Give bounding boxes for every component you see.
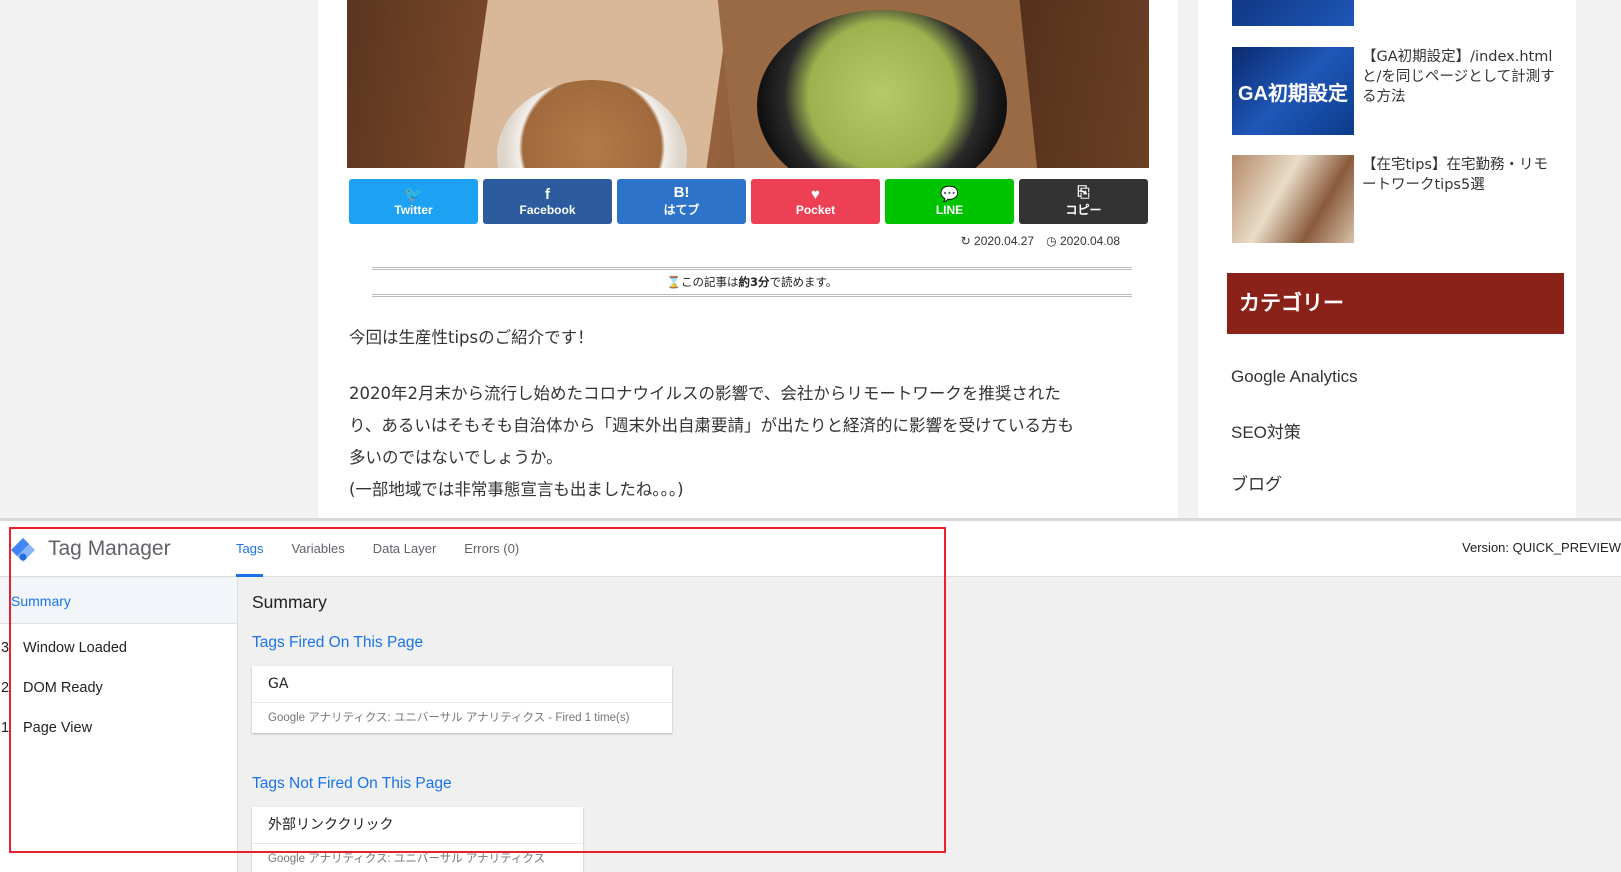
share-label: Pocket: [795, 202, 836, 217]
updated-date: ↻ 2020.04.27: [960, 234, 1035, 248]
paragraph-line: り、あるいはそもそも自治体から「週末外出自粛要請」が出たりと経済的に影響を受けて…: [349, 416, 1075, 435]
share-buttons: 🐦 Twitter f Facebook B! はてブ ♥ Pocket 💬 L…: [349, 179, 1148, 224]
tm-title: Tag Manager: [48, 537, 171, 560]
event-item[interactable]: 1 Page View: [0, 708, 237, 748]
summary-link[interactable]: Summary: [0, 578, 237, 624]
paragraph-intro: 今回は生産性tipsのご紹介です！: [349, 328, 594, 347]
event-name: Page View: [23, 720, 93, 736]
tab-data-layer[interactable]: Data Layer: [359, 521, 451, 577]
related-thumbnail: [1232, 0, 1354, 26]
tag-card-fired[interactable]: GA Google アナリティクス: ユニバーサル アナリティクス - Fire…: [252, 666, 672, 733]
published-date: ◷ 2020.04.08: [1046, 234, 1120, 248]
related-post[interactable]: GA初期設定 【GA初期設定】/index.htmlと/を同じページとして計測す…: [1232, 47, 1562, 135]
category-link[interactable]: Google Analytics: [1231, 367, 1358, 387]
tm-version: Version: QUICK_PREVIEW: [1462, 540, 1621, 555]
pocket-icon: ♥: [811, 185, 820, 203]
category-header: カテゴリー: [1227, 273, 1564, 334]
facebook-icon: f: [545, 185, 550, 203]
related-post[interactable]: 【在宅tips】在宅勤務・リモートワークtips5選: [1232, 155, 1562, 243]
share-facebook-button[interactable]: f Facebook: [483, 179, 612, 224]
event-name: DOM Ready: [23, 680, 103, 696]
tm-summary-panel: Summary Tags Fired On This Page GA Googl…: [238, 578, 1621, 872]
thumbnail-text: GA初期設定: [1238, 82, 1348, 105]
tag-name: GA: [252, 666, 672, 703]
tag-manager-logo-icon: [11, 538, 35, 562]
tag-name: 外部リンククリック: [252, 807, 583, 844]
tm-header: Tag Manager Tags Variables Data Layer Er…: [0, 521, 1621, 577]
fired-tags-heading: Tags Fired On This Page: [252, 634, 424, 651]
share-label: はてブ: [663, 203, 700, 217]
share-pocket-button[interactable]: ♥ Pocket: [751, 179, 880, 224]
article-dates: ↻ 2020.04.27 ◷ 2020.04.08: [961, 234, 1120, 248]
related-thumbnail: [1232, 155, 1354, 243]
event-item[interactable]: 3 Window Loaded: [0, 628, 237, 668]
tag-manager-preview: Tag Manager Tags Variables Data Layer Er…: [0, 518, 1621, 872]
line-icon: 💬: [940, 185, 959, 203]
article-body: 今回は生産性tipsのご紹介です！ 2020年2月末から流行し始めたコロナウイル…: [349, 322, 1149, 506]
tm-event-list: Summary 3 Window Loaded 2 DOM Ready 1 Pa…: [0, 578, 238, 872]
article-column: 🐦 Twitter f Facebook B! はてブ ♥ Pocket 💬 L…: [318, 0, 1178, 518]
paragraph-line: 多いのではないでしょうか。: [349, 448, 563, 467]
tag-detail: Google アナリティクス: ユニバーサル アナリティクス - Fired 1…: [268, 712, 630, 724]
event-number: 1: [1, 720, 10, 736]
page-background-right: [1576, 0, 1621, 518]
article-hero-image: [347, 0, 1149, 168]
copy-icon: ⎘: [1077, 184, 1090, 201]
share-label: Facebook: [519, 202, 576, 217]
hatena-icon: B!: [673, 184, 690, 201]
column-gutter: [1178, 0, 1198, 518]
category-link[interactable]: ブログ: [1231, 470, 1282, 495]
sidebar: GA初期設定 【GA初期設定】/index.htmlと/を同じページとして計測す…: [1198, 0, 1576, 518]
share-hatena-button[interactable]: B! はてブ: [617, 179, 746, 224]
related-post-title[interactable]: 【GA初期設定】/index.htmlと/を同じページとして計測する方法: [1362, 47, 1562, 135]
event-item[interactable]: 2 DOM Ready: [0, 668, 237, 708]
share-twitter-button[interactable]: 🐦 Twitter: [349, 179, 478, 224]
related-post-top[interactable]: [1232, 0, 1562, 26]
tag-detail: Google アナリティクス: ユニバーサル アナリティクス: [268, 853, 546, 865]
read-time-box: ⌛この記事は約3分で読めます。: [372, 267, 1132, 297]
tm-tabs: Tags Variables Data Layer Errors (0): [222, 521, 533, 577]
share-label: Twitter: [394, 202, 433, 217]
hourglass-icon: ⌛: [666, 275, 681, 289]
tab-errors[interactable]: Errors (0): [450, 521, 533, 577]
related-post-title[interactable]: 【在宅tips】在宅勤務・リモートワークtips5選: [1362, 155, 1562, 243]
update-icon: ↻: [960, 234, 971, 248]
share-copy-button[interactable]: ⎘ コピー: [1019, 179, 1148, 224]
paragraph-line: 2020年2月末から流行し始めたコロナウイルスの影響で、会社からリモートワークを…: [349, 384, 1061, 403]
share-label: コピー: [1065, 203, 1102, 217]
tag-card-not-fired[interactable]: 外部リンククリック Google アナリティクス: ユニバーサル アナリティクス: [252, 807, 583, 872]
read-time-value: 約3分: [738, 275, 770, 289]
tab-tags[interactable]: Tags: [222, 521, 277, 577]
category-link[interactable]: SEO対策: [1231, 418, 1301, 443]
share-line-button[interactable]: 💬 LINE: [885, 179, 1014, 224]
event-name: Window Loaded: [23, 640, 127, 656]
event-number: 3: [1, 640, 10, 656]
tab-variables[interactable]: Variables: [277, 521, 358, 577]
clock-icon: ◷: [1046, 234, 1057, 248]
share-label: LINE: [935, 202, 964, 217]
summary-title: Summary: [252, 592, 327, 612]
related-thumbnail: GA初期設定: [1232, 47, 1354, 135]
twitter-icon: 🐦: [404, 185, 423, 203]
page-background-left: [0, 0, 318, 518]
event-number: 2: [1, 680, 10, 696]
paragraph-line: (一部地域では非常事態宣言も出ましたね。。。): [349, 480, 684, 499]
not-fired-tags-heading: Tags Not Fired On This Page: [252, 775, 452, 792]
